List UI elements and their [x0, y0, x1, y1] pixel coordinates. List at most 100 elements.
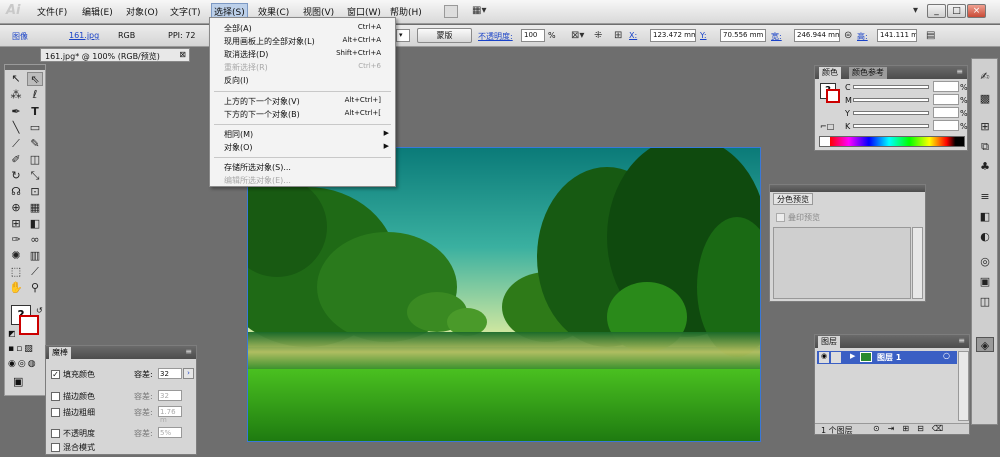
menu-edit[interactable]: 编辑(E) — [82, 5, 113, 18]
menu-file[interactable]: 文件(F) — [37, 5, 67, 18]
checkbox-checked-icon[interactable]: ✓ — [51, 370, 60, 379]
artwork-image[interactable] — [247, 147, 761, 442]
checkbox-icon[interactable] — [51, 443, 60, 452]
width-input[interactable]: 246.944 mm — [794, 29, 840, 42]
menu-item-object[interactable]: 对象(O) — [224, 142, 253, 153]
menu-item-next-object-above[interactable]: 上方的下一个对象(V) — [224, 96, 300, 107]
graphic-styles-panel-icon[interactable]: ▣ — [976, 274, 994, 289]
panel-menu-icon[interactable]: ≡ — [956, 67, 963, 76]
arrange-documents-icon[interactable]: ▦▾ — [472, 5, 486, 17]
workspace-dropdown-icon[interactable]: ▾ — [913, 5, 918, 17]
checkbox-icon[interactable] — [51, 429, 60, 438]
perspective-grid-tool-icon[interactable]: ▦ — [27, 201, 43, 215]
blob-brush-tool-icon[interactable]: ✐ — [8, 153, 24, 167]
cyan-slider[interactable] — [853, 85, 929, 89]
panel-menu-icon[interactable]: ▤ — [926, 30, 935, 42]
document-tab[interactable]: 161.jpg* @ 100% (RGB/预览) ⊠ — [40, 48, 190, 62]
opacity-input[interactable]: 100 — [521, 29, 545, 42]
menu-item-all-on-artboard[interactable]: 现用画板上的全部对象(L) — [224, 36, 315, 47]
slice-tool-icon[interactable]: ⟋ — [27, 265, 43, 279]
x-input[interactable]: 123.472 mm — [650, 29, 696, 42]
magenta-input[interactable] — [933, 94, 959, 105]
pencil-tool-icon[interactable]: ✎ — [27, 137, 43, 151]
maximize-button[interactable]: □ — [947, 4, 966, 18]
minimize-button[interactable]: _ — [927, 4, 946, 18]
panel-menu-icon[interactable]: ≡ — [185, 347, 192, 356]
type-tool-icon[interactable]: T — [27, 105, 43, 119]
stroke-panel-icon[interactable]: ≡ — [976, 189, 994, 204]
expand-arrow-icon[interactable]: ▶ — [850, 352, 855, 360]
checkbox-icon[interactable] — [51, 408, 60, 417]
lock-toggle[interactable] — [831, 352, 841, 363]
layers-panel-icon[interactable]: ◈ — [976, 337, 994, 352]
opacity-option[interactable]: 不透明度 — [51, 428, 95, 439]
color-guide-tab[interactable]: 颜色参考 — [849, 67, 887, 79]
magic-wand-tab[interactable]: 魔棒 — [49, 347, 71, 359]
transform-icon[interactable]: ⁜ — [594, 30, 602, 42]
yellow-input[interactable] — [933, 107, 959, 118]
width-label[interactable]: 宽: — [771, 31, 782, 42]
color-spectrum-bar[interactable] — [819, 136, 965, 147]
black-input[interactable] — [933, 120, 959, 131]
dropdown-arrow-icon[interactable]: ▾ — [396, 29, 410, 42]
none-swatch-icon[interactable]: ⌐□ — [820, 122, 834, 131]
magenta-slider[interactable] — [853, 98, 929, 102]
symbol-sprayer-tool-icon[interactable]: ✺ — [8, 249, 24, 263]
gradient-panel-icon[interactable]: ◧ — [976, 209, 994, 224]
opacity-label[interactable]: 不透明度: — [478, 31, 513, 42]
constrain-proportions-icon[interactable]: ⊜ — [844, 30, 852, 42]
hand-tool-icon[interactable]: ✋ — [8, 281, 24, 295]
artboards-panel-icon[interactable]: ◫ — [976, 294, 994, 309]
height-label[interactable]: 高: — [857, 31, 868, 42]
yellow-slider[interactable] — [853, 111, 929, 115]
swatches-panel-icon[interactable]: ▩ — [976, 91, 994, 106]
menu-item-same[interactable]: 相同(M) — [224, 129, 253, 140]
close-tab-icon[interactable]: ⊠ — [179, 50, 186, 59]
free-transform-tool-icon[interactable]: ⊡ — [27, 185, 43, 199]
align-icon[interactable]: ⊠▾ — [571, 30, 584, 42]
menu-item-next-object-below[interactable]: 下方的下一个对象(B) — [224, 109, 300, 120]
layer-action-icons[interactable]: ⊙⇥⊞⊟⌫ — [873, 424, 951, 433]
menu-item-save-selection[interactable]: 存储所选对象(S)... — [224, 162, 291, 173]
scale-tool-icon[interactable]: ⤡ — [27, 169, 43, 183]
paintbrush-tool-icon[interactable]: ⟋ — [8, 137, 24, 151]
gradient-tool-icon[interactable]: ◧ — [27, 217, 43, 231]
color-stroke-swatch[interactable] — [826, 89, 840, 103]
eraser-tool-icon[interactable]: ◫ — [27, 153, 43, 167]
menu-type[interactable]: 文字(T) — [170, 5, 201, 18]
screen-mode-icon[interactable]: ▣ — [13, 375, 23, 388]
default-colors-icon[interactable]: ◩ — [8, 329, 16, 338]
blend-mode-option[interactable]: 混合模式 — [51, 442, 95, 453]
align-panel-icon[interactable]: ⊞ — [976, 119, 994, 134]
reference-point-icon[interactable]: ⊞ — [614, 30, 622, 42]
pen-tool-icon[interactable]: ✒ — [8, 105, 24, 119]
cyan-input[interactable] — [933, 81, 959, 92]
y-label[interactable]: Y: — [700, 31, 707, 40]
menu-item-inverse[interactable]: 反向(I) — [224, 75, 249, 86]
magic-wand-tool-icon[interactable]: ⁂ — [8, 88, 24, 102]
blend-tool-icon[interactable]: ∞ — [27, 233, 43, 247]
fill-color-option[interactable]: ✓ 填充颜色 — [51, 369, 95, 380]
selection-tool-icon[interactable]: ↖ — [8, 72, 24, 86]
line-tool-icon[interactable]: ╲ — [8, 121, 24, 135]
panel-collapse-bar[interactable] — [770, 185, 925, 192]
artboard-tool-icon[interactable]: ⬚ — [8, 265, 24, 279]
checkbox-icon[interactable] — [51, 392, 60, 401]
separations-tab[interactable]: 分色预览 — [773, 193, 813, 205]
black-slider[interactable] — [853, 124, 929, 128]
close-button[interactable]: × — [967, 4, 986, 18]
rectangle-tool-icon[interactable]: ▭ — [27, 121, 43, 135]
shape-builder-tool-icon[interactable]: ⊕ — [8, 201, 24, 215]
fill-tolerance-input[interactable]: 32 — [158, 368, 182, 379]
eyedropper-tool-icon[interactable]: ✑ — [8, 233, 24, 247]
target-circle-icon[interactable]: ○ — [943, 351, 950, 360]
transparency-panel-icon[interactable]: ◐ — [976, 229, 994, 244]
swap-fill-stroke-icon[interactable]: ↺ — [36, 306, 43, 315]
scrollbar[interactable] — [912, 227, 923, 299]
menu-item-all[interactable]: 全部(A) — [224, 23, 252, 34]
zoom-tool-icon[interactable]: ⚲ — [27, 281, 43, 295]
mesh-tool-icon[interactable]: ⊞ — [8, 217, 24, 231]
appearance-panel-icon[interactable]: ◎ — [976, 254, 994, 269]
mask-button[interactable]: 蒙版 — [417, 28, 472, 43]
bridge-icon[interactable] — [444, 5, 458, 18]
